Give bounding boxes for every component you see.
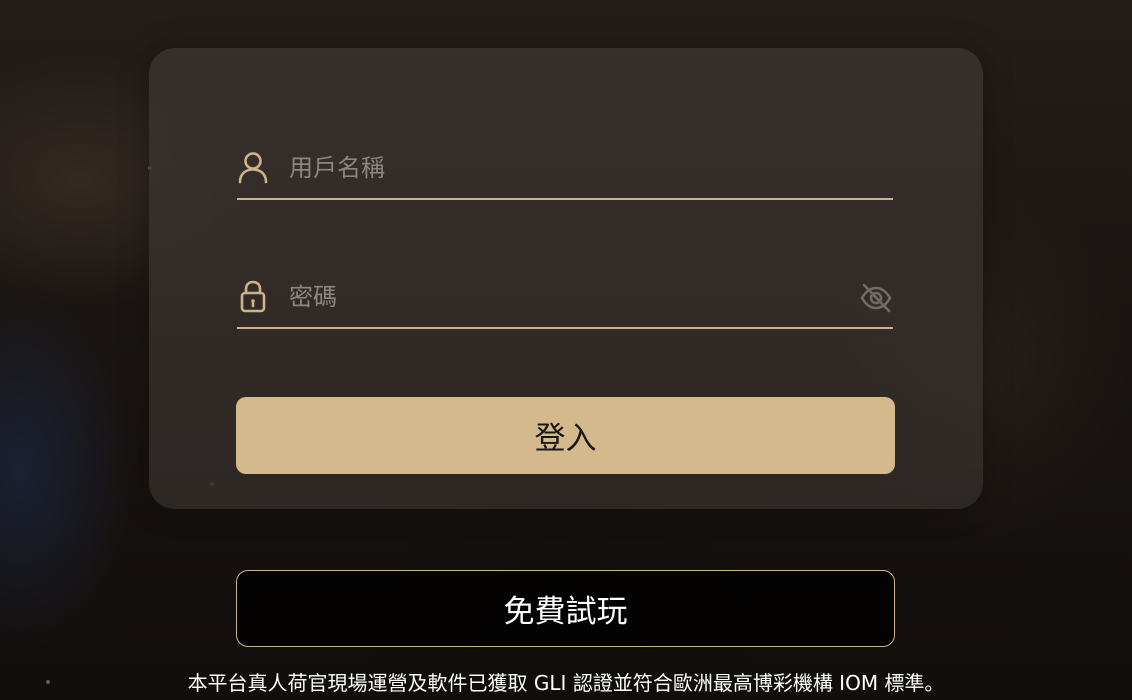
- certification-disclaimer: 本平台真人荷官現場運營及軟件已獲取 GLI 認證並符合歐洲最高博彩機構 IOM …: [187, 671, 945, 695]
- username-field: [237, 138, 893, 200]
- user-icon: [237, 150, 269, 184]
- eye-off-icon[interactable]: [859, 281, 893, 315]
- username-input[interactable]: [289, 148, 849, 188]
- login-card: 登入: [149, 48, 983, 509]
- password-field: [237, 267, 893, 329]
- login-button[interactable]: 登入: [236, 397, 895, 474]
- free-trial-button[interactable]: 免費試玩: [236, 570, 895, 647]
- lock-icon: [237, 279, 269, 313]
- password-input[interactable]: [289, 277, 849, 317]
